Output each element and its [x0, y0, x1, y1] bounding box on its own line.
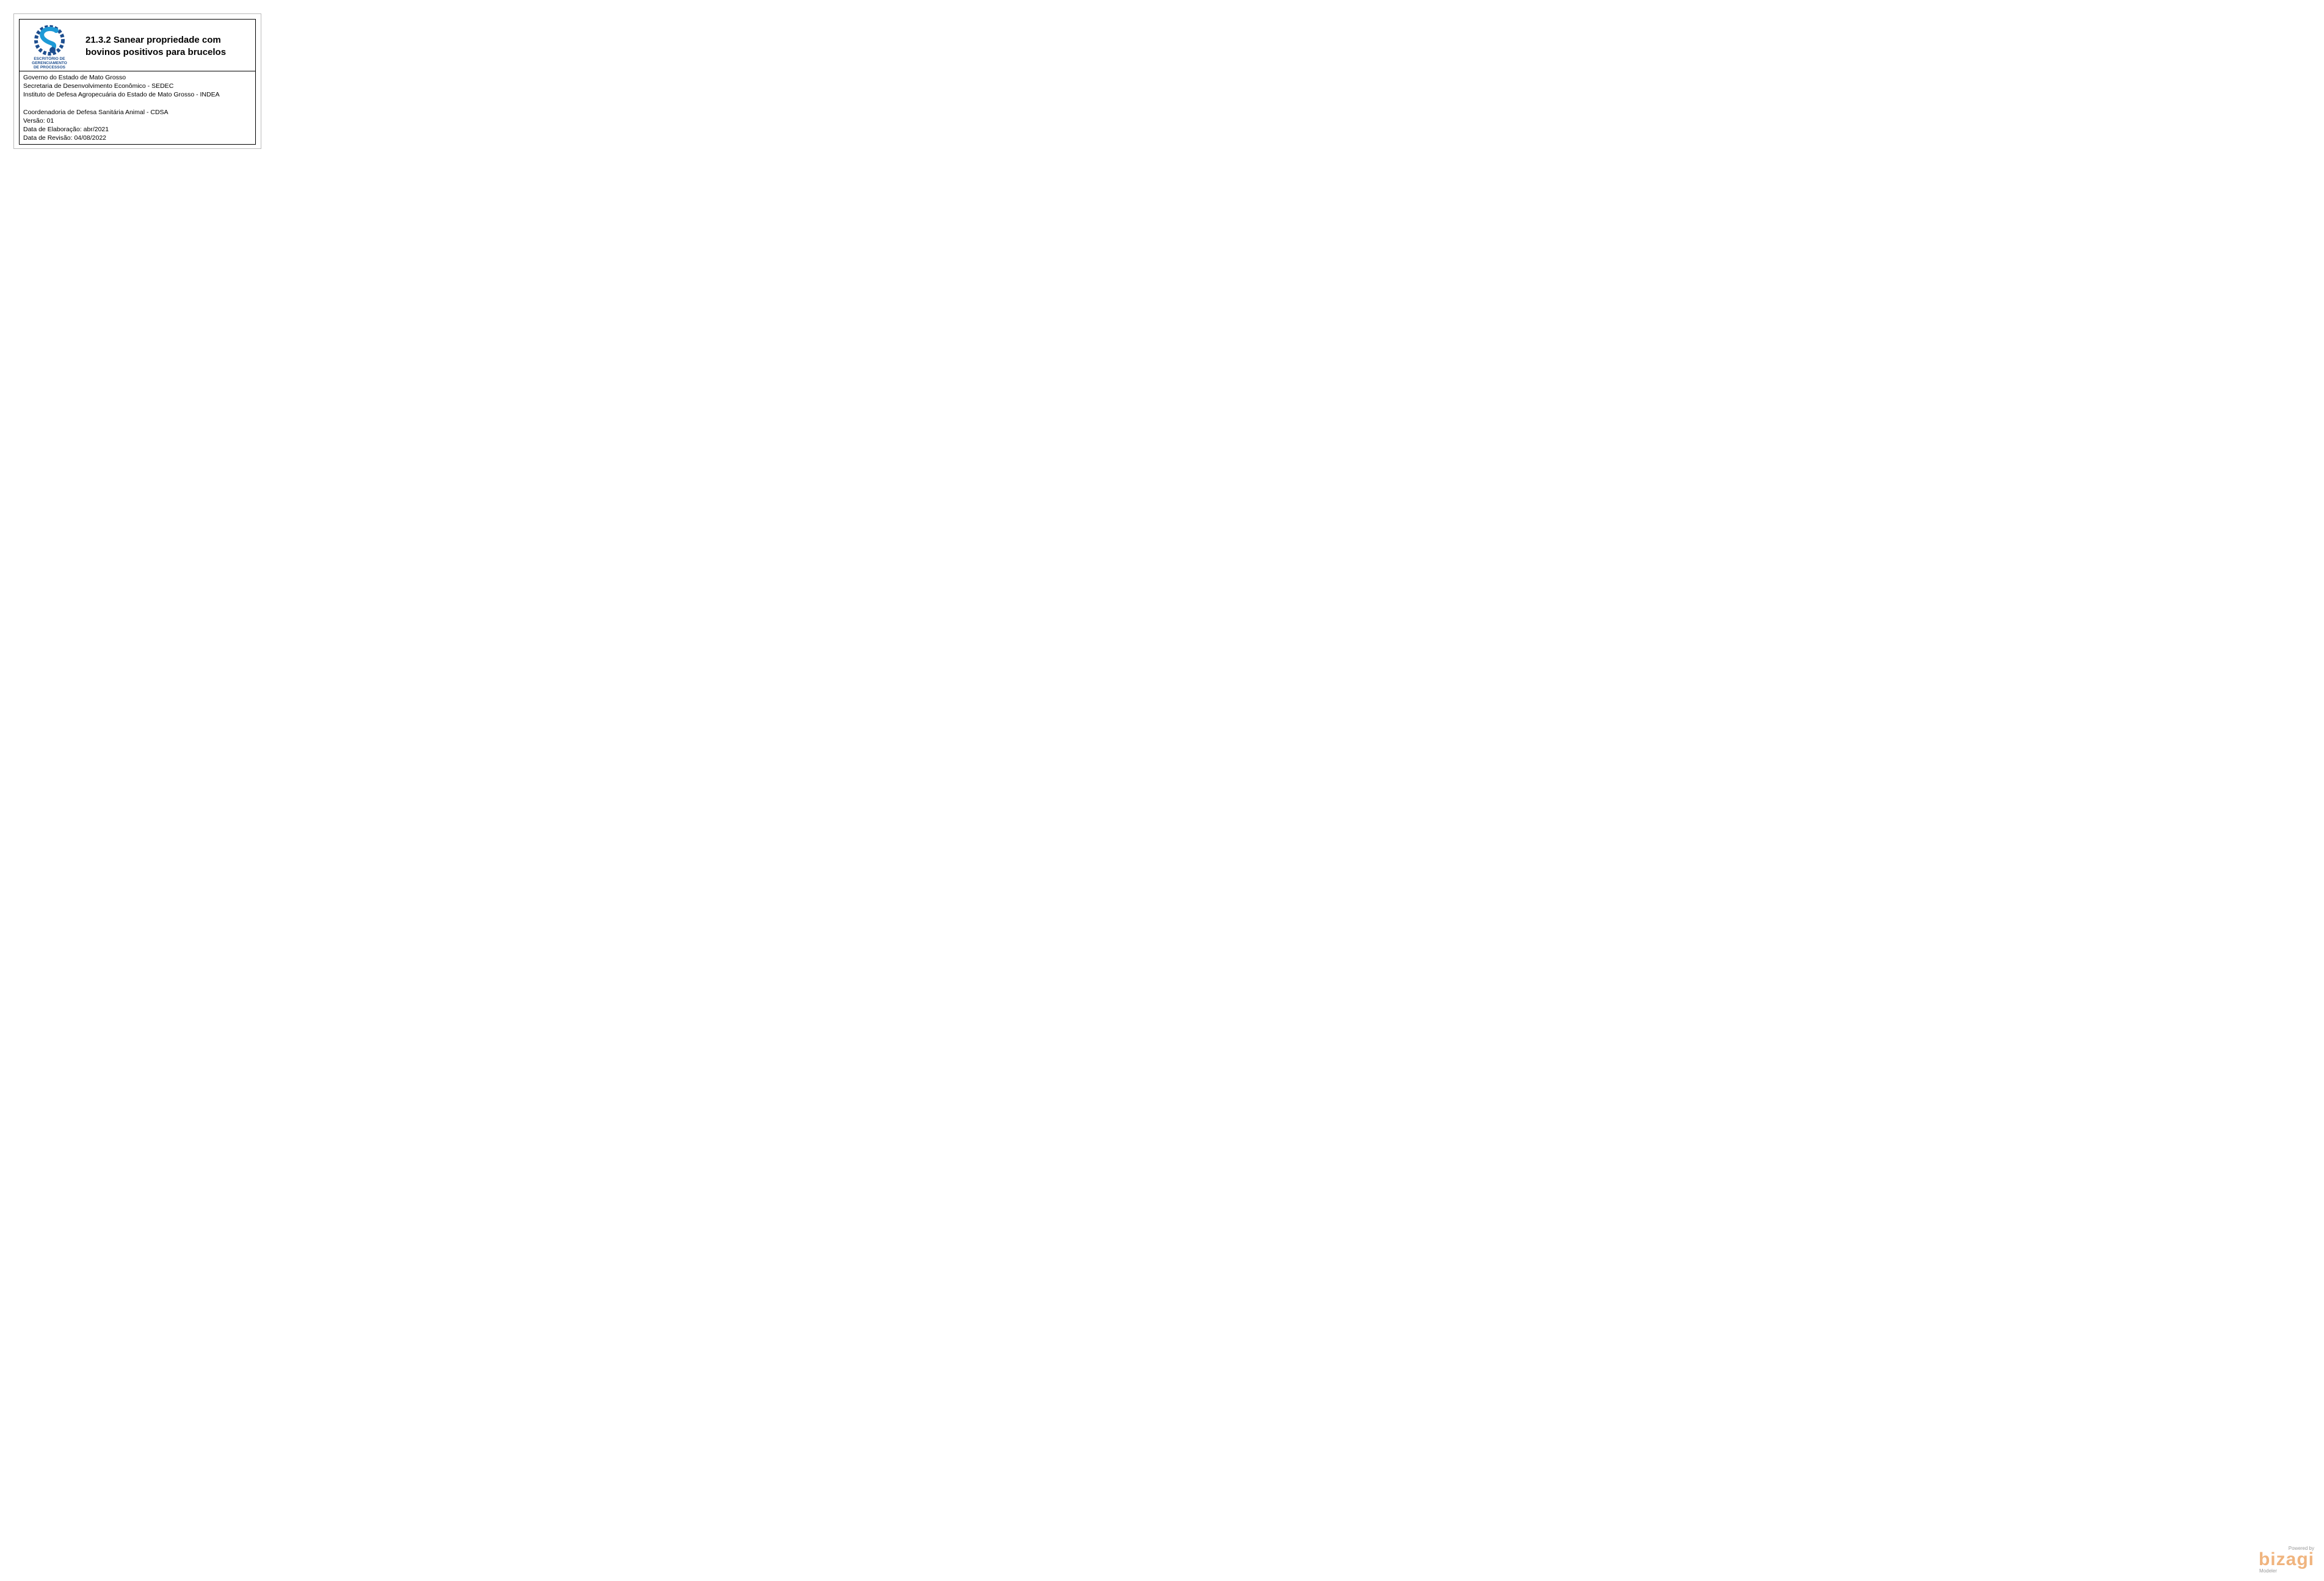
bizagi-logo: bizagi [2258, 1549, 2314, 1569]
bpmn-diagram [0, 0, 2324, 1581]
bizagi-watermark: Powered by bizagi Modeler [2253, 1546, 2314, 1574]
